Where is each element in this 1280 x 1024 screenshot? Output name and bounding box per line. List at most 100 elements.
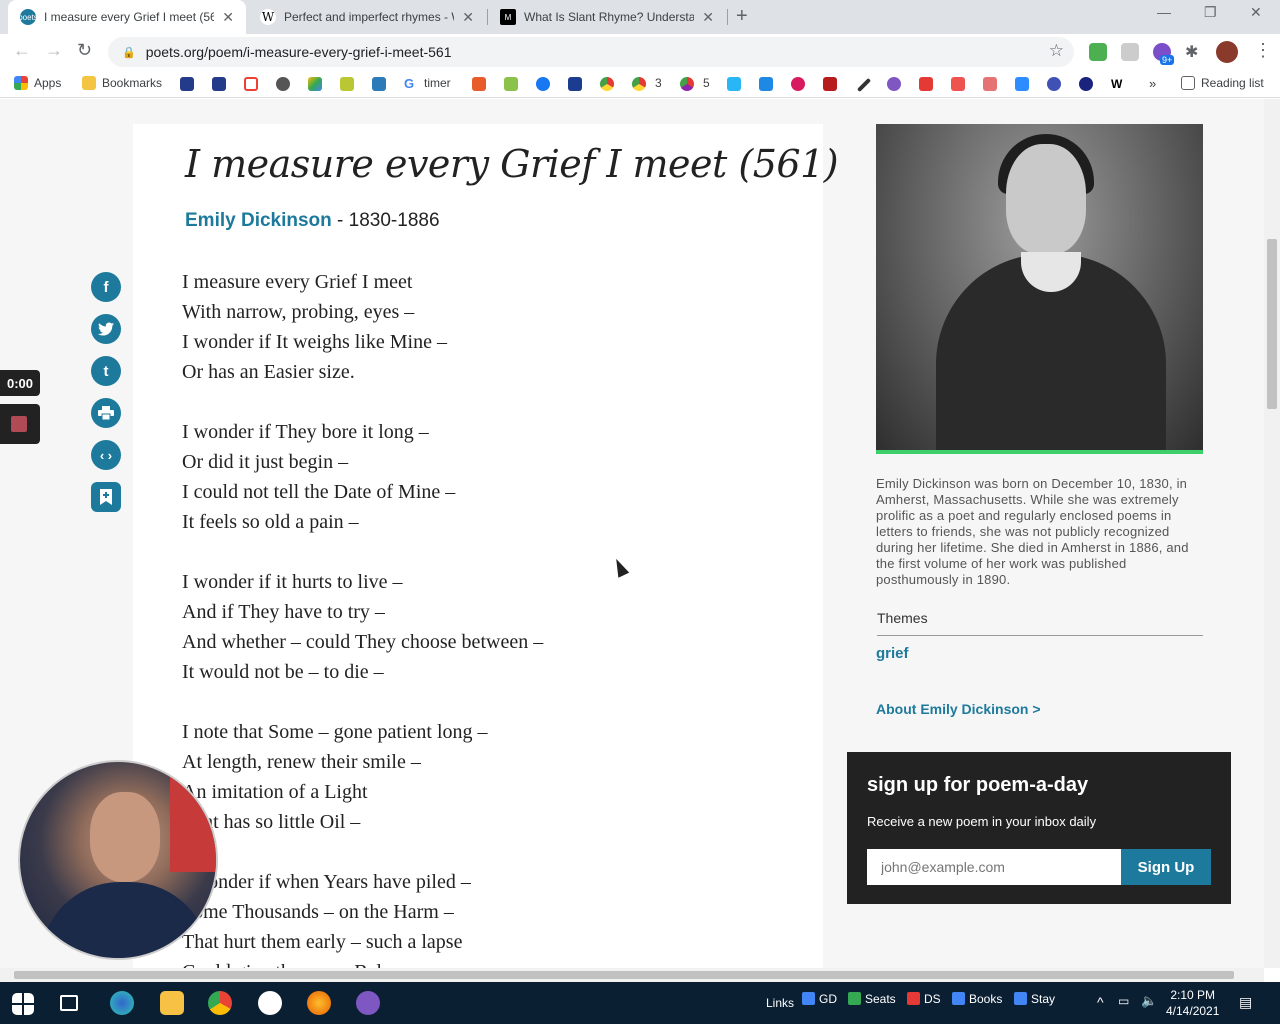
more-bookmarks[interactable]: » bbox=[1149, 76, 1156, 91]
profile-avatar[interactable] bbox=[1216, 41, 1238, 63]
scroll-thumb[interactable] bbox=[14, 971, 1234, 979]
print-icon[interactable] bbox=[91, 398, 121, 428]
windows-start-icon[interactable] bbox=[12, 993, 34, 1015]
itunes-icon[interactable] bbox=[258, 991, 282, 1015]
theme-link-grief[interactable]: grief bbox=[876, 645, 909, 662]
close-icon[interactable]: ✕ bbox=[462, 9, 474, 26]
new-tab-button[interactable]: + bbox=[736, 5, 748, 28]
forward-icon[interactable]: → bbox=[45, 40, 63, 61]
bookmark-orange-icon[interactable] bbox=[472, 77, 486, 91]
color-wheel-icon[interactable] bbox=[632, 77, 646, 91]
classroom-icon[interactable] bbox=[340, 77, 354, 91]
doc-icon bbox=[952, 992, 965, 1005]
bookmarks-folder[interactable]: Bookmarks bbox=[82, 76, 162, 90]
webcam-shirt bbox=[40, 882, 210, 958]
stanza: I measure every Grief I meet With narrow,… bbox=[182, 267, 543, 387]
address-bar[interactable]: 🔒 poets.org/poem/i-measure-every-grief-i… bbox=[108, 37, 1074, 67]
back-icon[interactable]: ← bbox=[13, 40, 31, 61]
taskbar-link-ds[interactable]: DS bbox=[907, 992, 941, 1006]
bookmark-red-icon[interactable] bbox=[823, 77, 837, 91]
extension-badge-count: 9+ bbox=[1160, 55, 1175, 65]
poem-line: It would not be – to die – bbox=[182, 661, 384, 683]
w-icon[interactable]: W bbox=[1111, 77, 1125, 91]
horizontal-scrollbar[interactable] bbox=[0, 968, 1264, 982]
signup-button[interactable]: Sign Up bbox=[1121, 849, 1211, 885]
chrome-icon[interactable] bbox=[208, 991, 232, 1015]
file-explorer-icon[interactable] bbox=[160, 991, 184, 1015]
pdf-icon[interactable] bbox=[919, 77, 933, 91]
taskbar-link-stay[interactable]: Stay bbox=[1014, 992, 1055, 1006]
pdf-tool-icon[interactable] bbox=[951, 77, 965, 91]
themes-heading: Themes bbox=[877, 610, 928, 626]
poem-card: I measure every Grief I meet (561) Emily… bbox=[133, 124, 839, 968]
volume-icon[interactable]: 🔈 bbox=[1141, 993, 1157, 1009]
window-close-icon[interactable]: ✕ bbox=[1250, 4, 1262, 21]
tab-masterclass[interactable]: M What Is Slant Rhyme? Understand ✕ bbox=[488, 0, 726, 34]
gmail-icon[interactable] bbox=[244, 77, 258, 91]
twitter-share-icon[interactable] bbox=[91, 314, 121, 344]
taskbar-link-gd[interactable]: GD bbox=[802, 992, 837, 1006]
edge-icon[interactable] bbox=[110, 991, 134, 1015]
timer-bookmark[interactable]: Gtimer bbox=[404, 76, 451, 91]
color-wheel-icon[interactable] bbox=[680, 77, 694, 91]
apps-bookmark[interactable]: Apps bbox=[14, 76, 61, 90]
ds-label: DS bbox=[924, 992, 941, 1006]
author-link[interactable]: Emily Dickinson bbox=[185, 210, 332, 231]
poem-line: With narrow, probing, eyes – bbox=[182, 301, 415, 323]
stop-recording-button[interactable] bbox=[0, 404, 40, 444]
recording-timer: 0:00 bbox=[0, 370, 40, 396]
about-author-link[interactable]: About Emily Dickinson > bbox=[876, 701, 1041, 717]
chat-icon[interactable] bbox=[759, 77, 773, 91]
vertical-scrollbar[interactable] bbox=[1264, 99, 1280, 968]
close-icon[interactable]: ✕ bbox=[222, 9, 234, 26]
puzzle-icon[interactable]: ✱ bbox=[1185, 42, 1198, 62]
bookmark-green-icon[interactable] bbox=[504, 77, 518, 91]
bookmark-blue-icon[interactable] bbox=[727, 77, 741, 91]
chevron-up-icon[interactable]: ^ bbox=[1097, 994, 1104, 1010]
poem-line: I wonder if It weighs like Mine – bbox=[182, 331, 447, 353]
color-wheel-icon[interactable] bbox=[600, 77, 614, 91]
pen-icon[interactable] bbox=[856, 77, 872, 93]
weather-channel-icon[interactable] bbox=[568, 77, 582, 91]
bookmark-star-icon[interactable]: ☆ bbox=[1049, 41, 1064, 61]
facebook-share-icon[interactable]: f bbox=[91, 272, 121, 302]
flower-app-icon[interactable] bbox=[356, 991, 380, 1015]
flower-icon[interactable] bbox=[887, 77, 901, 91]
system-clock[interactable]: 2:10 PM 4/14/2021 bbox=[1166, 987, 1219, 1019]
taskbar-link-seats[interactable]: Seats bbox=[848, 992, 896, 1006]
sis-icon[interactable] bbox=[180, 77, 194, 91]
firefox-icon[interactable] bbox=[307, 991, 331, 1015]
globe-icon[interactable] bbox=[276, 77, 290, 91]
c-icon[interactable] bbox=[1047, 77, 1061, 91]
minimize-icon[interactable]: — bbox=[1157, 4, 1171, 20]
drive-icon[interactable] bbox=[308, 77, 322, 91]
pdf-jpg-icon[interactable] bbox=[983, 77, 997, 91]
network-icon[interactable]: ▭ bbox=[1118, 994, 1129, 1008]
scroll-thumb[interactable] bbox=[1267, 239, 1277, 409]
poem-line: I wonder if They bore it long – bbox=[182, 421, 429, 443]
extension-gray-icon[interactable] bbox=[1121, 43, 1139, 61]
k-icon[interactable] bbox=[1079, 77, 1093, 91]
facebook-icon[interactable] bbox=[536, 77, 550, 91]
portrait-face bbox=[1006, 144, 1086, 254]
sis-icon[interactable] bbox=[212, 77, 226, 91]
menu-kebab-icon[interactable]: ⋮ bbox=[1254, 40, 1272, 61]
email-input[interactable] bbox=[867, 849, 1121, 885]
embed-code-icon[interactable]: ‹ › bbox=[91, 440, 121, 470]
tumblr-share-icon[interactable]: t bbox=[91, 356, 121, 386]
reading-list[interactable]: Reading list bbox=[1181, 76, 1264, 90]
bookmark-pink-icon[interactable] bbox=[791, 77, 805, 91]
close-icon[interactable]: ✕ bbox=[702, 9, 714, 26]
tab-wikipedia[interactable]: W Perfect and imperfect rhymes - W ✕ bbox=[248, 0, 486, 34]
calendar-icon[interactable] bbox=[372, 77, 386, 91]
restore-icon[interactable]: ❐ bbox=[1204, 4, 1217, 21]
save-bookmark-icon[interactable] bbox=[91, 482, 121, 512]
poem-text: I measure every Grief I meet With narrow,… bbox=[182, 267, 543, 968]
zoom-icon[interactable] bbox=[1015, 77, 1029, 91]
task-view-icon[interactable] bbox=[60, 995, 78, 1011]
extension-green-icon[interactable] bbox=[1089, 43, 1107, 61]
taskbar-link-books[interactable]: Books bbox=[952, 992, 1002, 1006]
reload-icon[interactable]: ↻ bbox=[77, 40, 92, 61]
notification-icon[interactable]: ▤ bbox=[1239, 994, 1252, 1011]
tab-poets[interactable]: poets I measure every Grief I meet (561 … bbox=[8, 0, 246, 34]
